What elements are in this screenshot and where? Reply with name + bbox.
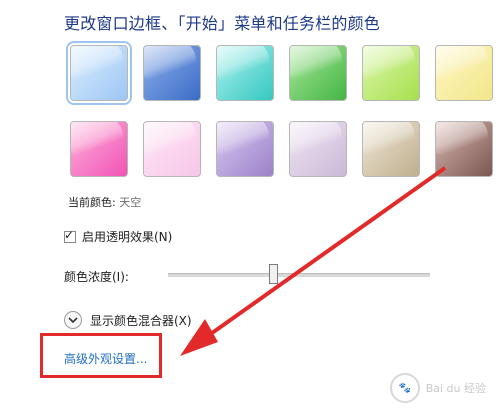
baidu-logo-icon: 🐾 (389, 373, 420, 403)
annotation-arrow (180, 166, 447, 356)
watermark: 🐾 Bai du 经验 (389, 373, 486, 403)
watermark-text: Bai du 经验 (425, 382, 486, 395)
